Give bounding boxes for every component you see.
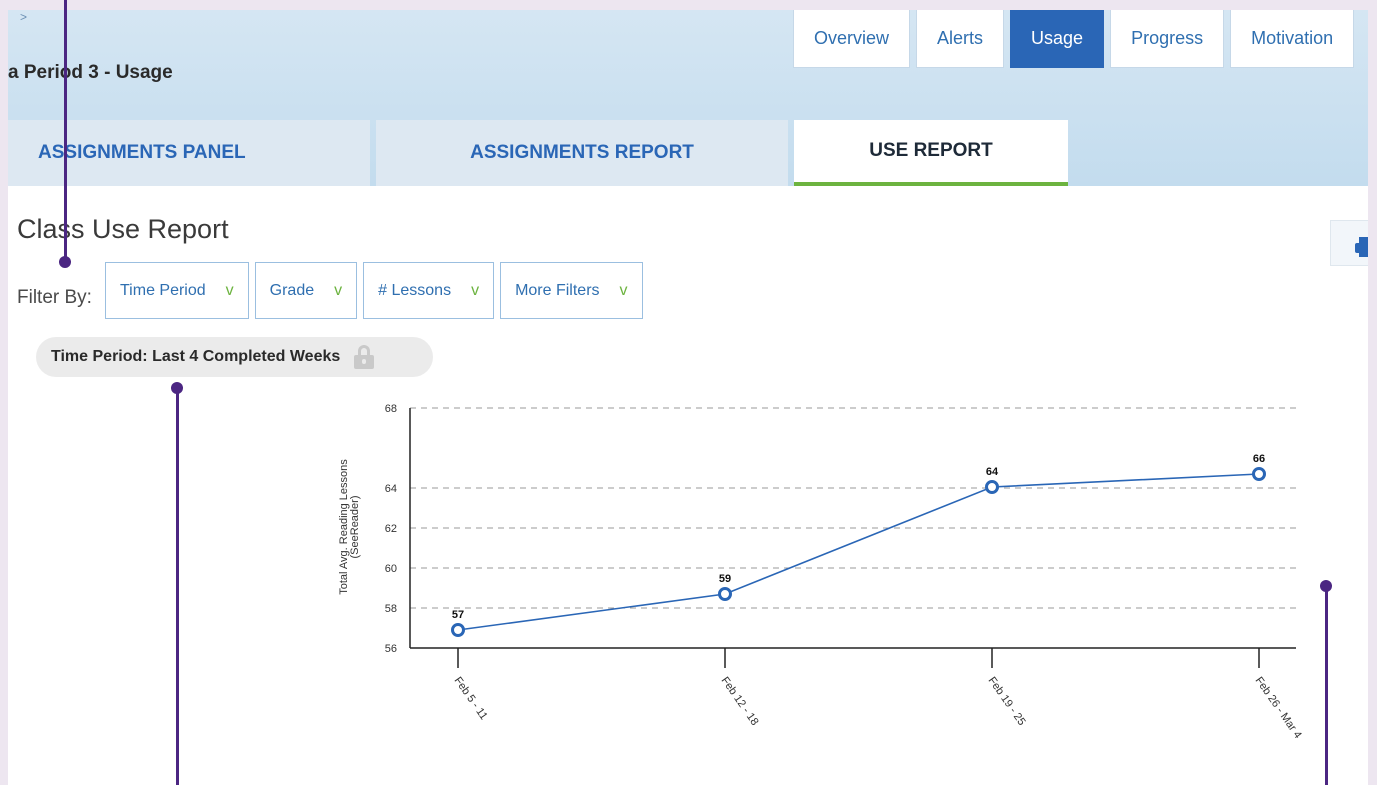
app-frame: > a Period 3 - Usage Overview Alerts Usa… (8, 10, 1368, 785)
y-tick-label: 58 (385, 603, 397, 615)
x-tick-label: Feb 26 - Mar 4 (1253, 675, 1304, 741)
y-tick-label: 62 (385, 523, 397, 535)
data-point (985, 480, 999, 494)
data-label: 57 (452, 609, 464, 621)
data-label: 66 (1253, 453, 1265, 465)
x-tick-label: Feb 5 - 11 (452, 675, 490, 722)
y-tick-label: 60 (385, 563, 397, 575)
annotation-dot (171, 382, 183, 394)
data-point (1252, 467, 1266, 481)
annotation-line (1325, 588, 1328, 785)
data-label: 64 (986, 466, 999, 478)
annotation-line (176, 388, 179, 785)
data-label: 59 (719, 573, 731, 585)
data-point (718, 587, 732, 601)
x-tick-label: Feb 12 - 18 (719, 675, 761, 728)
annotation-dot (1320, 580, 1332, 592)
series-line (457, 473, 1260, 631)
annotation-line (64, 0, 67, 262)
data-point (451, 623, 465, 637)
y-tick-label: 68 (385, 403, 397, 415)
usage-line-chart: 56 58 60 62 64 68 Total Avg. Reading Lessons(S… (338, 403, 1304, 741)
y-axis-label: Total Avg. Reading Lessons(SeeReader) (338, 459, 361, 595)
annotation-dot (59, 256, 71, 268)
y-tick-label: 64 (385, 483, 397, 495)
x-tick-label: Feb 19 - 25 (986, 675, 1028, 728)
y-tick-label: 56 (385, 643, 397, 655)
